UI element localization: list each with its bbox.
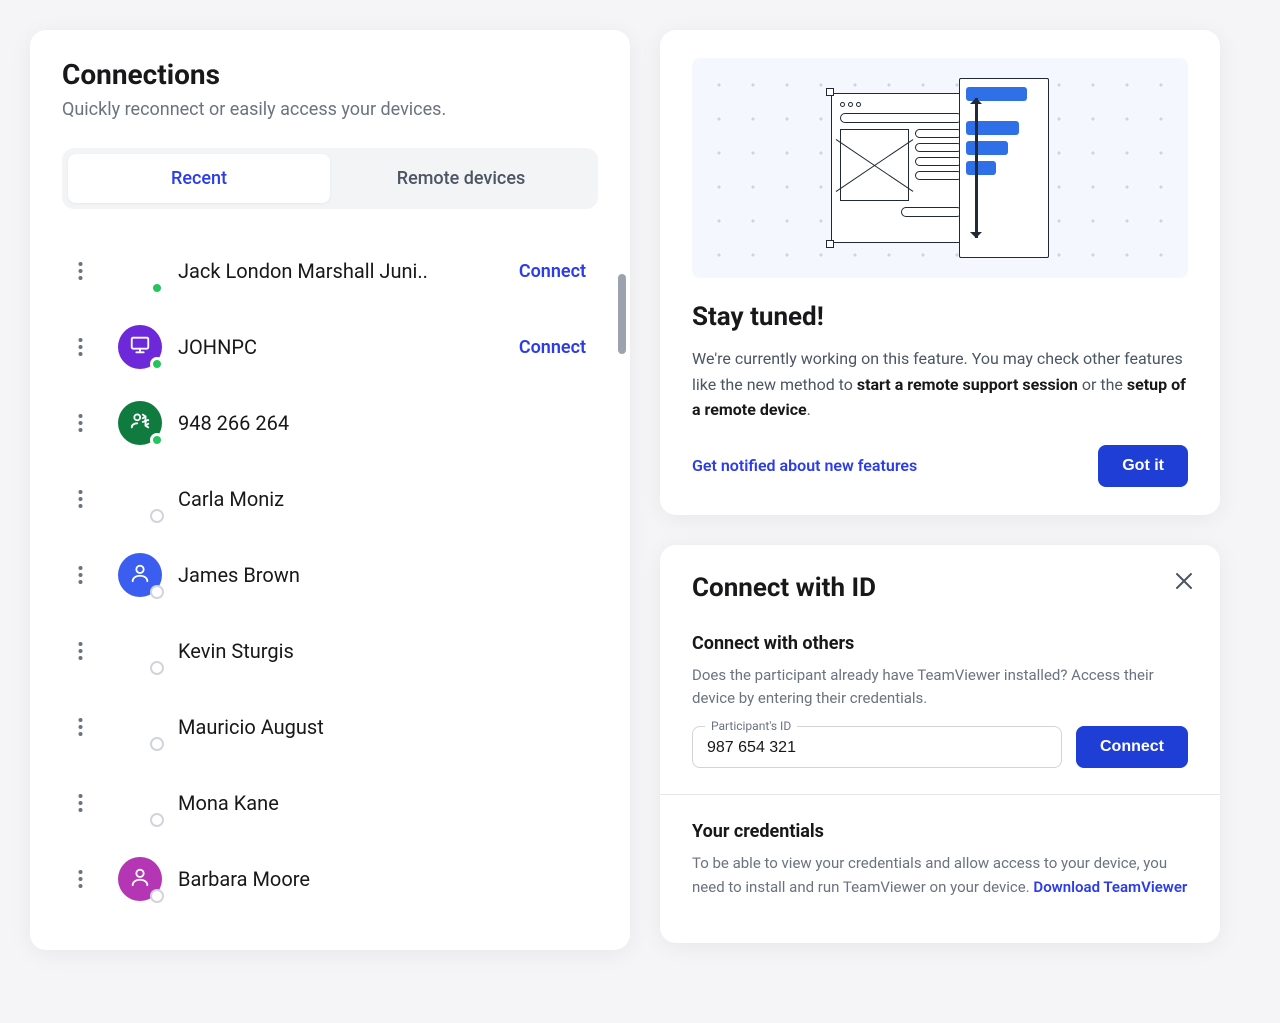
status-indicator: [150, 661, 164, 675]
status-indicator: [150, 737, 164, 751]
connect-link[interactable]: Connect: [519, 261, 586, 282]
list-item[interactable]: Mona Kane: [62, 765, 590, 841]
connect-others-heading: Connect with others: [692, 633, 1188, 654]
participant-id-input[interactable]: [707, 737, 1047, 757]
avatar: [118, 629, 162, 673]
more-icon[interactable]: [66, 713, 94, 741]
panel-subtitle: Quickly reconnect or easily access your …: [62, 99, 598, 120]
user-icon: [129, 562, 151, 588]
more-icon[interactable]: [66, 257, 94, 285]
connect-others-body: Does the participant already have TeamVi…: [692, 664, 1188, 711]
scrollbar-thumb[interactable]: [618, 274, 626, 354]
stay-tuned-panel: Stay tuned! We're currently working on t…: [660, 30, 1220, 515]
status-indicator: [150, 433, 164, 447]
feature-illustration: [692, 58, 1188, 278]
list-item[interactable]: 948 266 264: [62, 385, 590, 461]
more-icon[interactable]: [66, 561, 94, 589]
connection-name: 948 266 264: [178, 411, 586, 435]
more-icon[interactable]: [66, 637, 94, 665]
list-item[interactable]: Carla Moniz: [62, 461, 590, 537]
tab-remote-devices[interactable]: Remote devices: [330, 154, 592, 203]
avatar: [118, 477, 162, 521]
got-it-button[interactable]: Got it: [1098, 445, 1188, 487]
more-icon[interactable]: [66, 409, 94, 437]
divider: [660, 794, 1220, 795]
download-teamviewer-link[interactable]: Download TeamViewer: [1033, 878, 1187, 896]
participant-id-label: Participant's ID: [705, 719, 797, 733]
status-indicator: [150, 281, 164, 295]
list-item[interactable]: Mauricio August: [62, 689, 590, 765]
more-icon[interactable]: [66, 333, 94, 361]
panel-title: Connections: [62, 58, 598, 91]
your-credentials-body: To be able to view your credentials and …: [692, 852, 1188, 899]
tabs: Recent Remote devices: [62, 148, 598, 209]
participant-id-field[interactable]: Participant's ID: [692, 726, 1062, 768]
close-icon[interactable]: [1170, 567, 1198, 595]
connect-with-id-panel: Connect with ID Connect with others Does…: [660, 545, 1220, 943]
avatar: [118, 857, 162, 901]
user-icon: [129, 866, 151, 892]
more-icon[interactable]: [66, 865, 94, 893]
tab-recent[interactable]: Recent: [68, 154, 330, 203]
avatar: [118, 705, 162, 749]
list-item[interactable]: Jack London Marshall Juni.. Connect: [62, 233, 590, 309]
connection-name: Kevin Sturgis: [178, 639, 586, 663]
connect-link[interactable]: Connect: [519, 337, 586, 358]
user-swap-icon: [129, 410, 151, 436]
more-icon[interactable]: [66, 789, 94, 817]
stay-tuned-body: We're currently working on this feature.…: [692, 346, 1188, 423]
connect-button[interactable]: Connect: [1076, 726, 1188, 768]
status-indicator: [150, 813, 164, 827]
avatar: [118, 781, 162, 825]
monitor-icon: [129, 334, 151, 360]
list-item[interactable]: James Brown: [62, 537, 590, 613]
status-indicator: [150, 889, 164, 903]
list-item[interactable]: Kevin Sturgis: [62, 613, 590, 689]
connect-id-title: Connect with ID: [692, 573, 1188, 603]
status-indicator: [150, 585, 164, 599]
list-item[interactable]: JOHNPC Connect: [62, 309, 590, 385]
status-indicator: [150, 357, 164, 371]
avatar: [118, 401, 162, 445]
stay-tuned-title: Stay tuned!: [692, 302, 1188, 332]
avatar: [118, 325, 162, 369]
connection-name: Mauricio August: [178, 715, 586, 739]
connection-name: Barbara Moore: [178, 867, 586, 891]
connection-name: Jack London Marshall Juni..: [178, 259, 503, 283]
connection-name: JOHNPC: [178, 335, 503, 359]
list-item[interactable]: Barbara Moore: [62, 841, 590, 917]
connections-panel: Connections Quickly reconnect or easily …: [30, 30, 630, 950]
connection-list: Jack London Marshall Juni..ConnectJOHNPC…: [62, 233, 598, 917]
get-notified-link[interactable]: Get notified about new features: [692, 456, 917, 475]
connection-name: Carla Moniz: [178, 487, 586, 511]
more-icon[interactable]: [66, 485, 94, 513]
avatar: [118, 553, 162, 597]
connection-name: James Brown: [178, 563, 586, 587]
avatar: [118, 249, 162, 293]
status-indicator: [150, 509, 164, 523]
connection-name: Mona Kane: [178, 791, 586, 815]
your-credentials-heading: Your credentials: [692, 821, 1188, 842]
